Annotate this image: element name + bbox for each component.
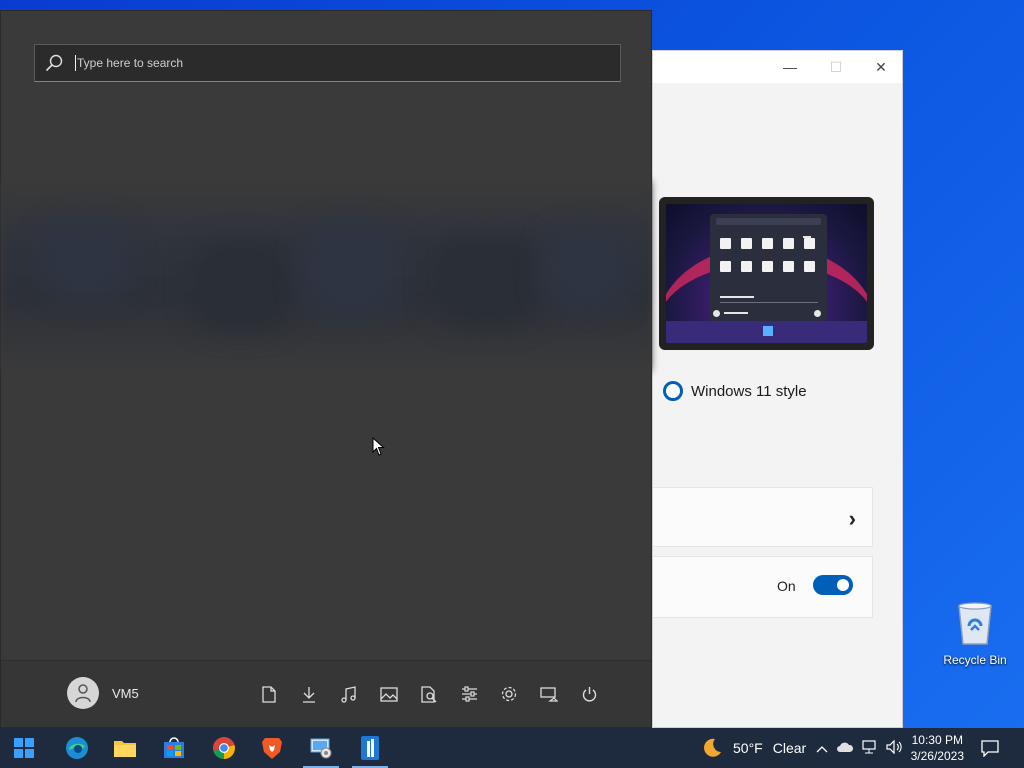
network-icon[interactable]: [862, 739, 878, 757]
onedrive-icon[interactable]: [836, 740, 854, 756]
weather-temperature: 50°F: [733, 740, 763, 756]
network-icon[interactable]: [529, 682, 569, 706]
music-icon[interactable]: [329, 682, 369, 706]
windows11-style-option[interactable]: Windows 11 style: [663, 381, 807, 401]
clock-time: 10:30 PM: [911, 733, 963, 747]
search-box[interactable]: [34, 44, 621, 82]
volume-icon[interactable]: [886, 739, 902, 757]
option-label: Windows 11 style: [691, 382, 807, 400]
recycle-bin-icon: [958, 602, 992, 645]
search-icon: [45, 54, 63, 72]
user-name: VM5: [112, 685, 139, 701]
preview-image: [666, 204, 867, 343]
settings-link-row[interactable]: ›: [653, 487, 873, 547]
avatar: [67, 677, 99, 709]
start-button[interactable]: [2, 728, 46, 768]
store-icon[interactable]: [152, 728, 196, 768]
downloads-icon[interactable]: [289, 682, 329, 706]
recycle-bin-label: Recycle Bin: [943, 653, 1007, 667]
user-account[interactable]: VM5: [67, 677, 139, 709]
weather-widget[interactable]: 50°F Clear: [701, 728, 806, 768]
toggle-state-label: On: [777, 578, 796, 594]
documents-icon[interactable]: [249, 682, 289, 706]
clock-date: 3/26/2023: [910, 749, 964, 763]
close-button[interactable]: ✕: [858, 51, 904, 83]
file-explorer-icon[interactable]: [409, 682, 449, 706]
weather-condition: Clear: [772, 740, 807, 756]
text-caret: [75, 55, 76, 71]
chevron-up-icon[interactable]: [816, 740, 828, 756]
start-menu: VM5: [0, 10, 652, 728]
settings-toggle-row: On: [653, 556, 873, 618]
toggle-switch[interactable]: [813, 575, 853, 595]
settings-icon[interactable]: [489, 682, 529, 706]
taskbar: 50°F Clear 10:30 PM 3/26/2023: [0, 728, 1024, 768]
windows11-style-preview[interactable]: [659, 197, 874, 350]
control-panel-icon[interactable]: [299, 728, 343, 768]
settings-titlebar: — ☐ ✕: [653, 51, 902, 83]
chevron-right-icon: ›: [848, 506, 856, 531]
pictures-icon[interactable]: [369, 682, 409, 706]
chrome-icon[interactable]: [202, 728, 246, 768]
settings-window: — ☐ ✕ Windows 11 style › On: [652, 50, 903, 728]
personalization-icon[interactable]: [449, 682, 489, 706]
radio-button[interactable]: [663, 381, 683, 401]
file-explorer-icon[interactable]: [103, 728, 147, 768]
moon-icon: [704, 738, 721, 757]
search-input[interactable]: [77, 56, 577, 70]
mouse-cursor-icon: [372, 436, 386, 462]
notification-icon[interactable]: [981, 728, 999, 768]
recycle-bin[interactable]: Recycle Bin: [940, 600, 1010, 667]
minimize-button[interactable]: —: [767, 51, 813, 83]
power-icon[interactable]: [569, 682, 609, 706]
maximize-button[interactable]: ☐: [813, 51, 859, 83]
start-footer: VM5: [1, 660, 651, 727]
clock[interactable]: 10:30 PM 3/26/2023: [911, 732, 964, 764]
mini-start-menu: [710, 214, 827, 321]
brave-icon[interactable]: [250, 728, 294, 768]
app-icon[interactable]: [348, 728, 392, 768]
edge-icon[interactable]: [55, 728, 99, 768]
